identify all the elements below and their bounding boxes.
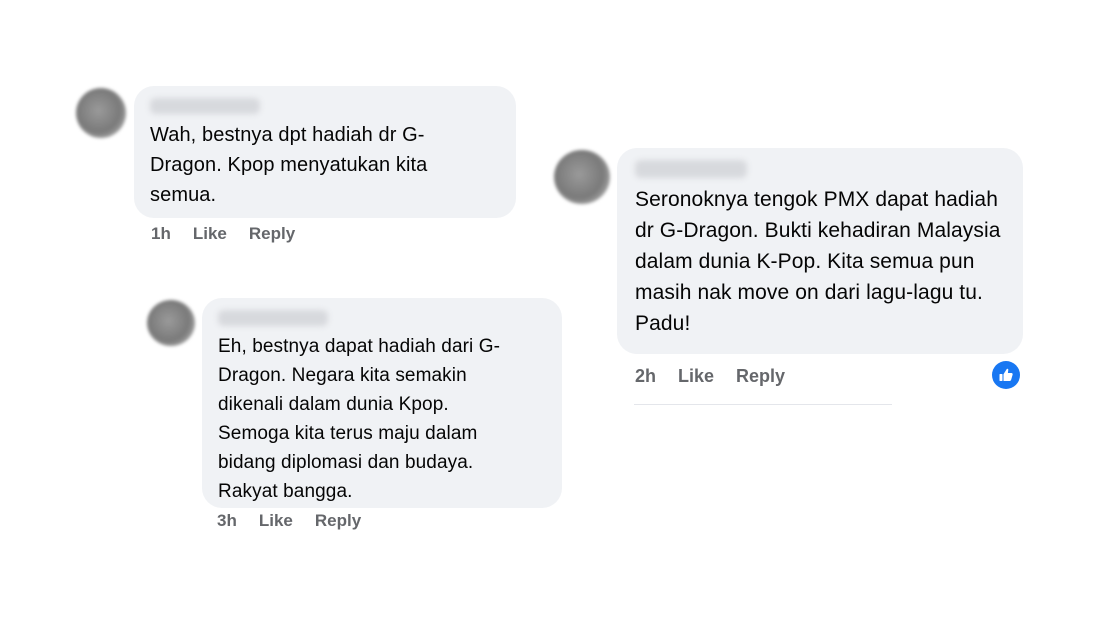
reply-button[interactable]: Reply	[249, 224, 295, 244]
like-button[interactable]: Like	[259, 511, 293, 531]
like-button[interactable]: Like	[678, 366, 714, 387]
comment-bubble: Eh, bestnya dapat hadiah dari G-Dragon. …	[202, 298, 562, 508]
author-name-blurred[interactable]	[150, 98, 260, 114]
author-name-blurred[interactable]	[635, 160, 747, 178]
comment-bubble: Seronoknya tengok PMX dapat hadiah dr G-…	[617, 148, 1023, 354]
timestamp[interactable]: 1h	[151, 224, 171, 244]
comment-bubble: Wah, bestnya dpt hadiah dr G-Dragon. Kpo…	[134, 86, 516, 218]
comment-actions: 2h Like Reply	[635, 366, 807, 387]
avatar[interactable]	[554, 150, 610, 204]
divider	[634, 404, 892, 405]
comment-text: Seronoknya tengok PMX dapat hadiah dr G-…	[635, 188, 1001, 335]
timestamp[interactable]: 3h	[217, 511, 237, 531]
avatar[interactable]	[147, 300, 195, 346]
reply-button[interactable]: Reply	[315, 511, 361, 531]
comment-text: Wah, bestnya dpt hadiah dr G-Dragon. Kpo…	[150, 124, 428, 206]
thumbs-up-glyph	[999, 368, 1013, 381]
like-button[interactable]: Like	[193, 224, 227, 244]
author-name-blurred[interactable]	[218, 310, 328, 326]
comment-text: Eh, bestnya dapat hadiah dari G-Dragon. …	[218, 336, 501, 502]
comment-actions: 1h Like Reply	[151, 224, 317, 244]
avatar[interactable]	[76, 88, 126, 138]
reply-button[interactable]: Reply	[736, 366, 785, 387]
timestamp[interactable]: 2h	[635, 366, 656, 387]
thumbs-up-icon[interactable]	[992, 361, 1020, 389]
comment-actions: 3h Like Reply	[217, 511, 383, 531]
